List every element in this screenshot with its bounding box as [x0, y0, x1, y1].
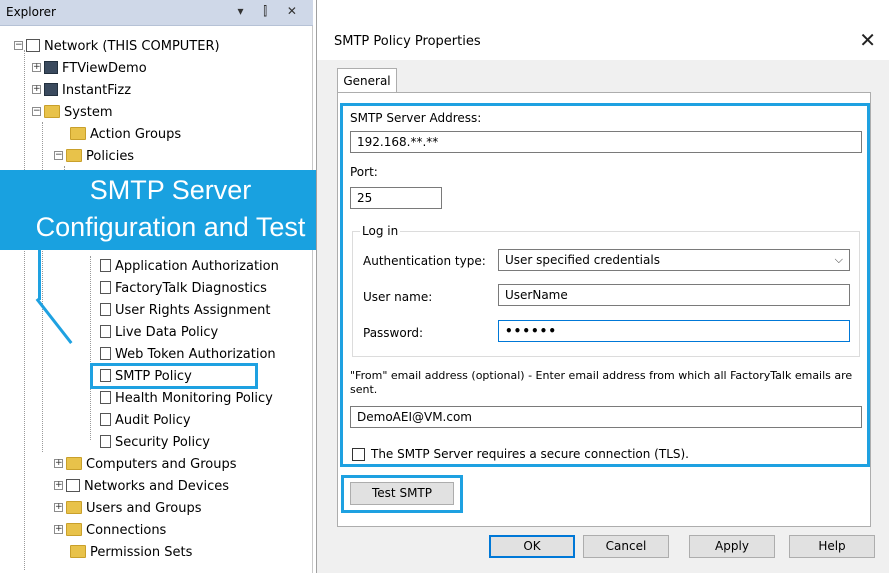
tree-item-label: Audit Policy — [115, 413, 191, 428]
expand-icon[interactable]: + — [54, 503, 63, 512]
close-icon[interactable]: ✕ — [859, 28, 876, 52]
tree-item-label: Web Token Authorization — [115, 347, 276, 362]
tree-item-audit-policy[interactable]: Audit Policy — [98, 410, 191, 432]
general-tab-panel: SMTP Server Address: 192.168.**.** Port:… — [337, 92, 871, 527]
help-button[interactable]: Help — [789, 535, 875, 558]
tree-item-connections[interactable]: + Connections — [54, 520, 166, 542]
explorer-window-controls[interactable]: ▾ ⫿ ✕ — [237, 4, 305, 19]
policy-document-icon — [100, 281, 111, 294]
tree-item-label: Action Groups — [90, 127, 182, 142]
tree-item-permission-sets[interactable]: Permission Sets — [70, 542, 192, 564]
policy-document-icon — [100, 303, 111, 316]
explorer-title: Explorer — [6, 5, 56, 19]
folder-icon — [44, 105, 60, 118]
tree-item-label: Policies — [86, 149, 135, 164]
tree-item-label: Connections — [86, 523, 167, 538]
tree-item-health-monitoring-policy[interactable]: Health Monitoring Policy — [98, 388, 273, 410]
tab-general[interactable]: General — [337, 68, 397, 93]
folder-icon — [70, 127, 86, 140]
tree-item-network[interactable]: − Network (THIS COMPUTER) — [14, 36, 220, 58]
folder-icon — [66, 523, 82, 536]
network-icon — [26, 39, 40, 52]
tree-item-label: Security Policy — [115, 435, 210, 450]
tree-item-networks-and-devices[interactable]: + Networks and Devices — [54, 476, 229, 498]
policy-document-icon — [100, 435, 111, 448]
tree-item-label: Networks and Devices — [84, 479, 230, 494]
application-icon — [44, 61, 58, 74]
explorer-panel: Explorer ▾ ⫿ ✕ − Network (THIS COMPUTER) … — [0, 0, 313, 573]
collapse-icon[interactable]: − — [54, 151, 63, 160]
tree-item-action-groups[interactable]: Action Groups — [70, 124, 181, 146]
tree-item-label: FTViewDemo — [62, 61, 147, 76]
cancel-button[interactable]: Cancel — [583, 535, 669, 558]
folder-icon — [70, 545, 86, 558]
callout-line-2: Configuration and Test — [35, 212, 306, 242]
explorer-title-bar: Explorer ▾ ⫿ ✕ — [0, 0, 313, 26]
apply-button[interactable]: Apply — [689, 535, 775, 558]
tree-item-ftviewdemo[interactable]: + FTViewDemo — [32, 58, 147, 80]
tree-guide-line — [24, 50, 25, 570]
collapse-icon[interactable]: − — [14, 41, 23, 50]
tree-item-label: Application Authorization — [115, 259, 279, 274]
dialog-title-bar: SMTP Policy Properties ✕ — [317, 0, 889, 60]
dialog-title: SMTP Policy Properties — [334, 34, 481, 49]
ok-button[interactable]: OK — [489, 535, 575, 558]
tree-item-factorytalk-diagnostics[interactable]: FactoryTalk Diagnostics — [98, 278, 267, 300]
tree-item-label: Health Monitoring Policy — [115, 391, 273, 406]
application-icon — [44, 83, 58, 96]
tree-guide-line — [90, 256, 91, 440]
callout-banner: SMTP Server Configuration and Test — [0, 170, 341, 250]
tree-item-label: Computers and Groups — [86, 457, 237, 472]
tree-item-user-rights-assignment[interactable]: User Rights Assignment — [98, 300, 270, 322]
tree-item-instantfizz[interactable]: + InstantFizz — [32, 80, 131, 102]
smtp-policy-highlight — [90, 363, 258, 389]
tree-item-label: System — [64, 105, 113, 120]
test-smtp-highlight — [341, 475, 463, 513]
tree-item-label: Permission Sets — [90, 545, 193, 560]
tree-item-users-and-groups[interactable]: + Users and Groups — [54, 498, 201, 520]
policy-document-icon — [100, 347, 111, 360]
tree-item-label: Live Data Policy — [115, 325, 219, 340]
callout-leader-line — [38, 250, 41, 300]
tree-item-policies[interactable]: − Policies — [54, 146, 134, 168]
policy-document-icon — [100, 259, 111, 272]
tree-item-label: Network (THIS COMPUTER) — [44, 39, 220, 54]
tree-item-label: Users and Groups — [86, 501, 202, 516]
policy-document-icon — [100, 413, 111, 426]
folder-icon — [66, 457, 82, 470]
tree-item-computers-and-groups[interactable]: + Computers and Groups — [54, 454, 236, 476]
folder-icon — [66, 149, 82, 162]
tree-item-label: FactoryTalk Diagnostics — [115, 281, 267, 296]
expand-icon[interactable]: + — [32, 85, 41, 94]
collapse-icon[interactable]: − — [32, 107, 41, 116]
tree-item-system[interactable]: − System — [32, 102, 112, 124]
callout-line-1: SMTP Server — [89, 175, 252, 205]
smtp-settings-highlight — [340, 103, 870, 467]
folder-icon — [66, 501, 82, 514]
expand-icon[interactable]: + — [54, 525, 63, 534]
policy-document-icon — [100, 325, 111, 338]
tree-item-live-data-policy[interactable]: Live Data Policy — [98, 322, 218, 344]
expand-icon[interactable]: + — [54, 481, 63, 490]
smtp-policy-dialog: SMTP Policy Properties ✕ General SMTP Se… — [316, 0, 889, 573]
expand-icon[interactable]: + — [54, 459, 63, 468]
tree-item-application-authorization[interactable]: Application Authorization — [98, 256, 279, 278]
tree-item-label: User Rights Assignment — [115, 303, 271, 318]
network-devices-icon — [66, 479, 80, 492]
expand-icon[interactable]: + — [32, 63, 41, 72]
tree-item-label: InstantFizz — [62, 83, 132, 98]
policy-document-icon — [100, 391, 111, 404]
tree-item-security-policy[interactable]: Security Policy — [98, 432, 210, 454]
